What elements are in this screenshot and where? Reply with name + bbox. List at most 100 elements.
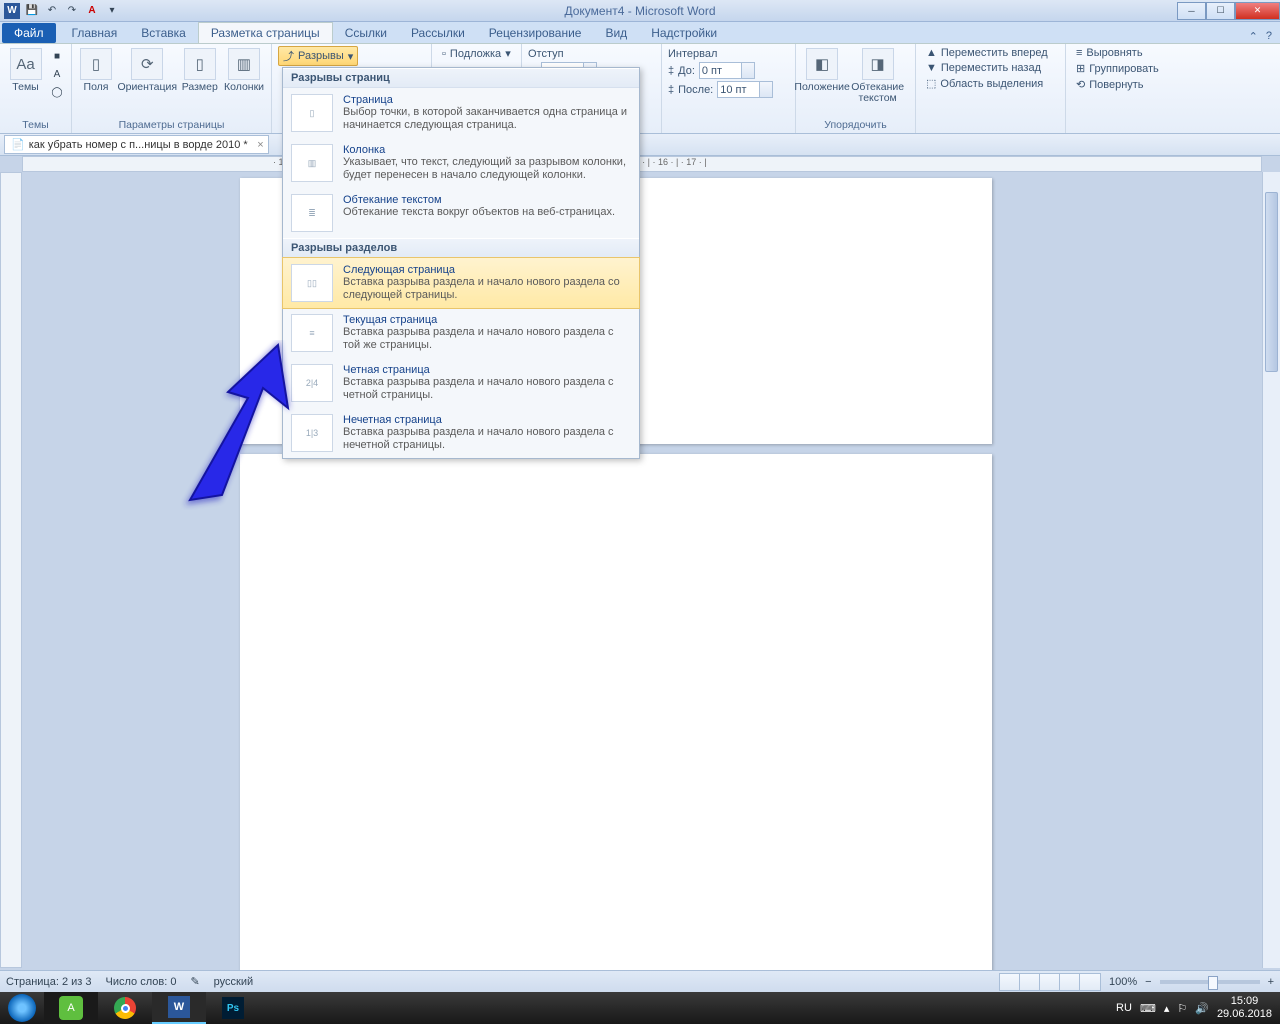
- breaks-button[interactable]: ⤴Разрывы ▾: [278, 46, 358, 66]
- tray-volume-icon[interactable]: 🔊: [1195, 1002, 1209, 1015]
- group-themes-label: Темы: [6, 118, 65, 133]
- bring-forward-button[interactable]: ▲Переместить вперед: [922, 46, 1052, 60]
- minimize-button[interactable]: ─: [1177, 2, 1206, 20]
- margins-button[interactable]: ▯Поля: [78, 46, 114, 95]
- themes-button[interactable]: AaТемы: [6, 46, 45, 95]
- taskbar: A W Ps RU ⌨ ▴ ⚐ 🔊 15:09 29.06.2018: [0, 992, 1280, 1024]
- zoom-level[interactable]: 100%: [1109, 976, 1137, 988]
- columns-icon: ▥: [228, 48, 260, 80]
- even-page-break-icon: 2|4: [291, 364, 333, 402]
- view-web-button[interactable]: [1040, 974, 1060, 990]
- vertical-ruler[interactable]: [0, 172, 22, 968]
- watermark-button[interactable]: ▫Подложка ▾: [438, 46, 515, 61]
- view-read-button[interactable]: [1020, 974, 1040, 990]
- taskbar-word[interactable]: W: [152, 992, 206, 1024]
- status-page[interactable]: Страница: 2 из 3: [6, 976, 92, 988]
- quick-access-toolbar: W 💾 ↶ ↷ A ▾: [0, 3, 124, 19]
- redo-icon[interactable]: ↷: [64, 3, 80, 19]
- group-arrange-label: Упорядочить: [802, 118, 909, 133]
- view-outline-button[interactable]: [1060, 974, 1080, 990]
- bring-forward-icon: ▲: [926, 47, 937, 59]
- start-button[interactable]: [8, 994, 36, 1022]
- tab-mailings[interactable]: Рассылки: [399, 23, 477, 43]
- view-print-button[interactable]: [1000, 974, 1020, 990]
- window-title: Документ4 - Microsoft Word: [564, 4, 715, 18]
- theme-fonts-icon[interactable]: A: [49, 66, 65, 82]
- dd-item-page[interactable]: ▯ СтраницаВыбор точки, в которой заканчи…: [283, 88, 639, 138]
- scroll-thumb[interactable]: [1265, 192, 1278, 372]
- qat-dropdown-icon[interactable]: ▾: [104, 3, 120, 19]
- view-draft-button[interactable]: [1080, 974, 1100, 990]
- align-button[interactable]: ≡Выровнять: [1072, 46, 1163, 60]
- rotate-button[interactable]: ⟲Повернуть: [1072, 77, 1163, 92]
- dd-item-column[interactable]: ▥ КолонкаУказывает, что текст, следующий…: [283, 138, 639, 188]
- watermark-icon: ▫: [442, 48, 446, 60]
- theme-colors-icon[interactable]: ■: [49, 48, 65, 64]
- tray-clock[interactable]: 15:09 29.06.2018: [1217, 995, 1272, 1021]
- wrap-text-button[interactable]: ◨Обтекание текстом: [846, 46, 909, 106]
- status-language[interactable]: русский: [214, 976, 253, 988]
- close-button[interactable]: ✕: [1235, 2, 1280, 20]
- tray-lang[interactable]: RU: [1116, 1002, 1132, 1014]
- size-button[interactable]: ▯Размер: [180, 46, 219, 95]
- space-before-input[interactable]: 0 пт: [699, 62, 755, 79]
- orientation-button[interactable]: ⟳Ориентация: [118, 46, 176, 95]
- zoom-out-button[interactable]: −: [1145, 976, 1151, 988]
- tray-arrow-icon[interactable]: ▴: [1164, 1002, 1170, 1015]
- tab-page-layout[interactable]: Разметка страницы: [198, 22, 333, 43]
- dd-item-odd-page[interactable]: 1|3 Нечетная страницаВставка разрыва раз…: [283, 408, 639, 458]
- continuous-break-icon: ≡: [291, 314, 333, 352]
- ribbon: AaТемы ■ A ◯ Темы ▯Поля ⟳Ориентация ▯Раз…: [0, 44, 1280, 134]
- tab-view[interactable]: Вид: [593, 23, 639, 43]
- zoom-in-button[interactable]: +: [1268, 976, 1274, 988]
- tray-flag-icon[interactable]: ⚐: [1177, 1002, 1187, 1015]
- next-page-break-icon: ▯▯: [291, 264, 333, 302]
- status-proofing-icon[interactable]: ✎: [190, 975, 199, 988]
- minimize-ribbon-icon[interactable]: ⌃: [1249, 30, 1258, 43]
- tab-review[interactable]: Рецензирование: [477, 23, 594, 43]
- tray-input-icon[interactable]: ⌨: [1140, 1002, 1156, 1015]
- columns-button[interactable]: ▥Колонки: [223, 46, 265, 95]
- send-backward-button[interactable]: ▼Переместить назад: [922, 61, 1052, 75]
- horizontal-ruler[interactable]: · 1 · | · 2 · | · 3 · | · 4 · | · 5 · | …: [22, 156, 1262, 172]
- font-color-icon[interactable]: A: [84, 3, 100, 19]
- dd-item-text-wrapping[interactable]: ≣ Обтекание текстомОбтекание текста вокр…: [283, 188, 639, 238]
- close-tab-icon[interactable]: ×: [257, 139, 263, 151]
- selection-icon: ⬚: [926, 77, 936, 90]
- column-break-icon: ▥: [291, 144, 333, 182]
- theme-effects-icon[interactable]: ◯: [49, 84, 65, 100]
- taskbar-app-1[interactable]: A: [44, 992, 98, 1024]
- system-tray: RU ⌨ ▴ ⚐ 🔊 15:09 29.06.2018: [1116, 995, 1280, 1021]
- dd-item-even-page[interactable]: 2|4 Четная страницаВставка разрыва разде…: [283, 358, 639, 408]
- selection-pane-button[interactable]: ⬚Область выделения: [922, 76, 1052, 91]
- dd-header-section-breaks: Разрывы разделов: [283, 238, 639, 258]
- status-bar: Страница: 2 из 3 Число слов: 0 ✎ русский…: [0, 970, 1280, 992]
- zoom-slider[interactable]: [1160, 980, 1260, 984]
- tab-insert[interactable]: Вставка: [129, 23, 198, 43]
- save-icon[interactable]: 💾: [24, 3, 40, 19]
- ribbon-tabs: Файл Главная Вставка Разметка страницы С…: [0, 22, 1280, 44]
- dd-item-continuous[interactable]: ≡ Текущая страницаВставка разрыва раздел…: [283, 308, 639, 358]
- tab-addins[interactable]: Надстройки: [639, 23, 729, 43]
- space-after-input[interactable]: 10 пт: [717, 81, 773, 98]
- tab-references[interactable]: Ссылки: [333, 23, 399, 43]
- help-icon[interactable]: ?: [1266, 30, 1272, 43]
- page-break-icon: ▯: [291, 94, 333, 132]
- dd-item-next-page[interactable]: ▯▯ Следующая страницаВставка разрыва раз…: [282, 257, 640, 309]
- document-tab[interactable]: 📄 как убрать номер с п...ницы в ворде 20…: [4, 135, 269, 154]
- document-page-2[interactable]: [240, 454, 992, 998]
- maximize-button[interactable]: ☐: [1206, 2, 1235, 20]
- textwrap-break-icon: ≣: [291, 194, 333, 232]
- breaks-dropdown: Разрывы страниц ▯ СтраницаВыбор точки, в…: [282, 67, 640, 459]
- position-button[interactable]: ◧Положение: [802, 46, 842, 95]
- themes-icon: Aa: [10, 48, 42, 80]
- group-button[interactable]: ⊞Группировать: [1072, 61, 1163, 76]
- status-words[interactable]: Число слов: 0: [106, 976, 177, 988]
- vertical-scrollbar[interactable]: [1262, 172, 1280, 968]
- undo-icon[interactable]: ↶: [44, 3, 60, 19]
- taskbar-photoshop[interactable]: Ps: [206, 992, 260, 1024]
- tab-home[interactable]: Главная: [60, 23, 130, 43]
- group-icon: ⊞: [1076, 62, 1085, 75]
- tab-file[interactable]: Файл: [2, 23, 56, 43]
- taskbar-chrome[interactable]: [98, 992, 152, 1024]
